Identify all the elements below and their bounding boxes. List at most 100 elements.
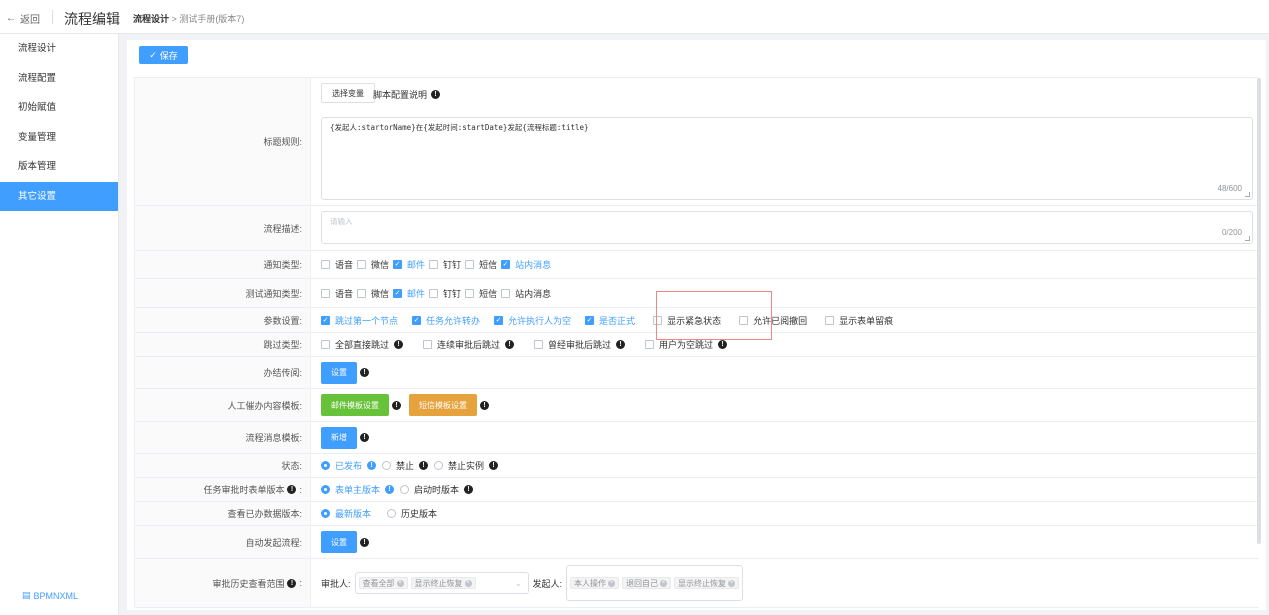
script-desc: 脚本配置说明! xyxy=(373,88,441,101)
sms-template-button[interactable]: 短信模板设置 xyxy=(409,394,477,416)
back-button[interactable]: ← 返回 xyxy=(6,11,40,26)
tag-label: 退回自己 xyxy=(626,578,659,588)
info-icon[interactable]: ! xyxy=(489,461,499,470)
row-history-scope: 审批历史查看范围!: 审批人: 查看全部 × 显示终止恢复 × ⌄ 发起人: 本人操… xyxy=(135,559,1259,608)
label-test-notify-type: 测试通知类型: xyxy=(135,279,311,307)
close-icon[interactable]: × xyxy=(660,579,668,587)
info-icon[interactable]: ! xyxy=(616,340,626,349)
test-mail-checkbox[interactable]: ✓ 邮件 xyxy=(393,287,425,300)
description-counter: 0/200 xyxy=(1221,228,1242,237)
info-icon[interactable]: ! xyxy=(360,433,369,442)
info-icon[interactable]: ! xyxy=(431,90,441,99)
info-icon[interactable]: ! xyxy=(718,340,728,349)
info-icon[interactable]: ! xyxy=(505,340,515,349)
checkbox-icon xyxy=(357,260,367,269)
add-message-template-button[interactable]: 新增 xyxy=(321,426,357,449)
sidebar-item-flow-config[interactable]: 流程配置 xyxy=(0,64,118,94)
info-icon[interactable]: ! xyxy=(367,461,377,470)
checkbox-icon xyxy=(465,260,475,269)
mail-template-button[interactable]: 邮件模板设置 xyxy=(321,394,389,416)
approver-label: 审批人: xyxy=(321,578,351,589)
test-dingtalk-checkbox[interactable]: 钉钉 xyxy=(429,287,461,300)
bpmn-xml-link[interactable]: ▤ BPMNXML xyxy=(22,590,78,601)
sidebar-item-other-settings[interactable]: 其它设置 xyxy=(0,181,118,211)
test-voice-checkbox[interactable]: 语音 xyxy=(321,287,353,300)
row-view-done-version: 查看已办数据版本: 最新版本 历史版本 xyxy=(135,502,1259,526)
circulate-settings-button[interactable]: 设置 xyxy=(321,361,357,384)
info-icon[interactable]: ! xyxy=(464,485,474,494)
info-icon[interactable]: ! xyxy=(392,400,401,410)
test-inbox-checkbox[interactable]: 站内消息 xyxy=(501,287,551,300)
skip-continuous-checkbox[interactable]: 连续审批后跳过! xyxy=(423,338,515,351)
checkbox-icon xyxy=(321,260,330,269)
param-formal-checkbox[interactable]: ✓ 是否正式 xyxy=(585,314,635,327)
checkbox-icon xyxy=(321,340,330,349)
history-version-radio[interactable]: 历史版本 xyxy=(387,507,437,520)
sidebar-item-init-assign[interactable]: 初始赋值 xyxy=(0,93,118,123)
notify-dingtalk-checkbox[interactable]: 钉钉 xyxy=(429,258,461,271)
approver-select[interactable]: 查看全部 × 显示终止恢复 × ⌄ xyxy=(354,572,529,594)
close-icon[interactable]: × xyxy=(608,579,616,587)
notify-mail-checkbox[interactable]: ✓ 邮件 xyxy=(393,258,425,271)
info-icon[interactable]: ! xyxy=(287,578,297,588)
scrollbar[interactable] xyxy=(1257,78,1261,544)
notify-voice-checkbox[interactable]: 语音 xyxy=(321,258,353,271)
info-icon[interactable]: ! xyxy=(419,461,429,470)
label-message-template: 流程消息模板: xyxy=(135,422,311,453)
label-colon: : xyxy=(299,484,302,495)
form-start-version-radio[interactable]: 启动时版本! xyxy=(400,483,474,496)
highlight-box xyxy=(656,291,772,340)
script-desc-label: 脚本配置说明 xyxy=(373,90,428,100)
tag-label: 本人操作 xyxy=(574,578,607,588)
title-rule-value: {发起人:startorName}在{发起时间:startDate}发起{流程标… xyxy=(330,123,589,132)
skip-all-checkbox[interactable]: 全部直接跳过! xyxy=(321,338,404,351)
option-label: 跳过第一个节点 xyxy=(335,315,399,326)
sidebar-item-flow-design[interactable]: 流程设计 xyxy=(0,34,118,64)
select-variable-button[interactable]: 选择变量 xyxy=(321,83,375,103)
notify-wechat-checkbox[interactable]: 微信 xyxy=(357,258,389,271)
resize-handle-icon[interactable] xyxy=(1245,236,1250,241)
sidebar-item-versions[interactable]: 版本管理 xyxy=(0,152,118,182)
info-icon[interactable]: ! xyxy=(480,400,489,410)
latest-version-radio[interactable]: 最新版本 xyxy=(321,507,371,520)
checkbox-icon xyxy=(465,288,475,298)
close-icon[interactable]: × xyxy=(464,579,472,587)
status-disabled-radio[interactable]: 禁止! xyxy=(382,459,429,472)
close-icon[interactable]: × xyxy=(396,579,404,587)
save-button[interactable]: ✓ 保存 xyxy=(139,46,188,64)
option-label: 站内消息 xyxy=(515,288,552,299)
checkbox-checked-icon: ✓ xyxy=(393,260,403,269)
breadcrumb-current[interactable]: 流程设计 xyxy=(133,14,169,24)
param-allow-transfer-checkbox[interactable]: ✓ 任务允许转办 xyxy=(412,314,480,327)
skip-previous-checkbox[interactable]: 曾经审批后跳过! xyxy=(534,338,626,351)
info-icon[interactable]: ! xyxy=(394,340,404,349)
param-form-trace-checkbox[interactable]: 显示表单留痕 xyxy=(825,314,893,327)
info-icon[interactable]: ! xyxy=(385,485,395,494)
label-auto-start: 自动发起流程: xyxy=(135,526,311,558)
notify-inbox-checkbox[interactable]: ✓ 站内消息 xyxy=(501,258,551,271)
status-disabled-instance-radio[interactable]: 禁止实例! xyxy=(434,459,499,472)
description-textarea[interactable]: 请输入 0/200 xyxy=(321,211,1253,244)
radio-icon xyxy=(387,509,397,518)
test-sms-checkbox[interactable]: 短信 xyxy=(465,287,497,300)
param-allow-empty-checkbox[interactable]: ✓ 允许执行人为空 xyxy=(494,314,571,327)
param-skip-first-checkbox[interactable]: ✓ 跳过第一个节点 xyxy=(321,314,398,327)
check-icon: ✓ xyxy=(149,49,157,60)
sidebar-item-variables[interactable]: 变量管理 xyxy=(0,123,118,153)
resize-handle-icon[interactable] xyxy=(1245,192,1250,197)
label-task-form-version: 任务审批时表单版本 xyxy=(203,485,285,495)
row-message-template: 流程消息模板: 新增! xyxy=(135,422,1259,454)
info-icon[interactable]: ! xyxy=(360,537,369,547)
option-label: 启动时版本 xyxy=(414,485,460,495)
info-icon[interactable]: ! xyxy=(360,368,369,377)
info-icon[interactable]: ! xyxy=(287,485,297,494)
starter-select[interactable]: 本人操作 × 退回自己 × 显示终止恢复 × ⌄ xyxy=(566,565,744,601)
notify-sms-checkbox[interactable]: 短信 xyxy=(465,258,497,271)
status-published-radio[interactable]: 已发布! xyxy=(321,459,377,472)
option-label: 禁止实例 xyxy=(448,461,485,471)
title-rule-textarea[interactable]: {发起人:startorName}在{发起时间:startDate}发起{流程标… xyxy=(321,117,1253,200)
test-wechat-checkbox[interactable]: 微信 xyxy=(357,287,389,300)
label-title-rule: 标题规则: xyxy=(135,78,311,205)
form-main-version-radio[interactable]: 表单主版本! xyxy=(321,483,395,496)
auto-start-settings-button[interactable]: 设置 xyxy=(321,531,357,553)
